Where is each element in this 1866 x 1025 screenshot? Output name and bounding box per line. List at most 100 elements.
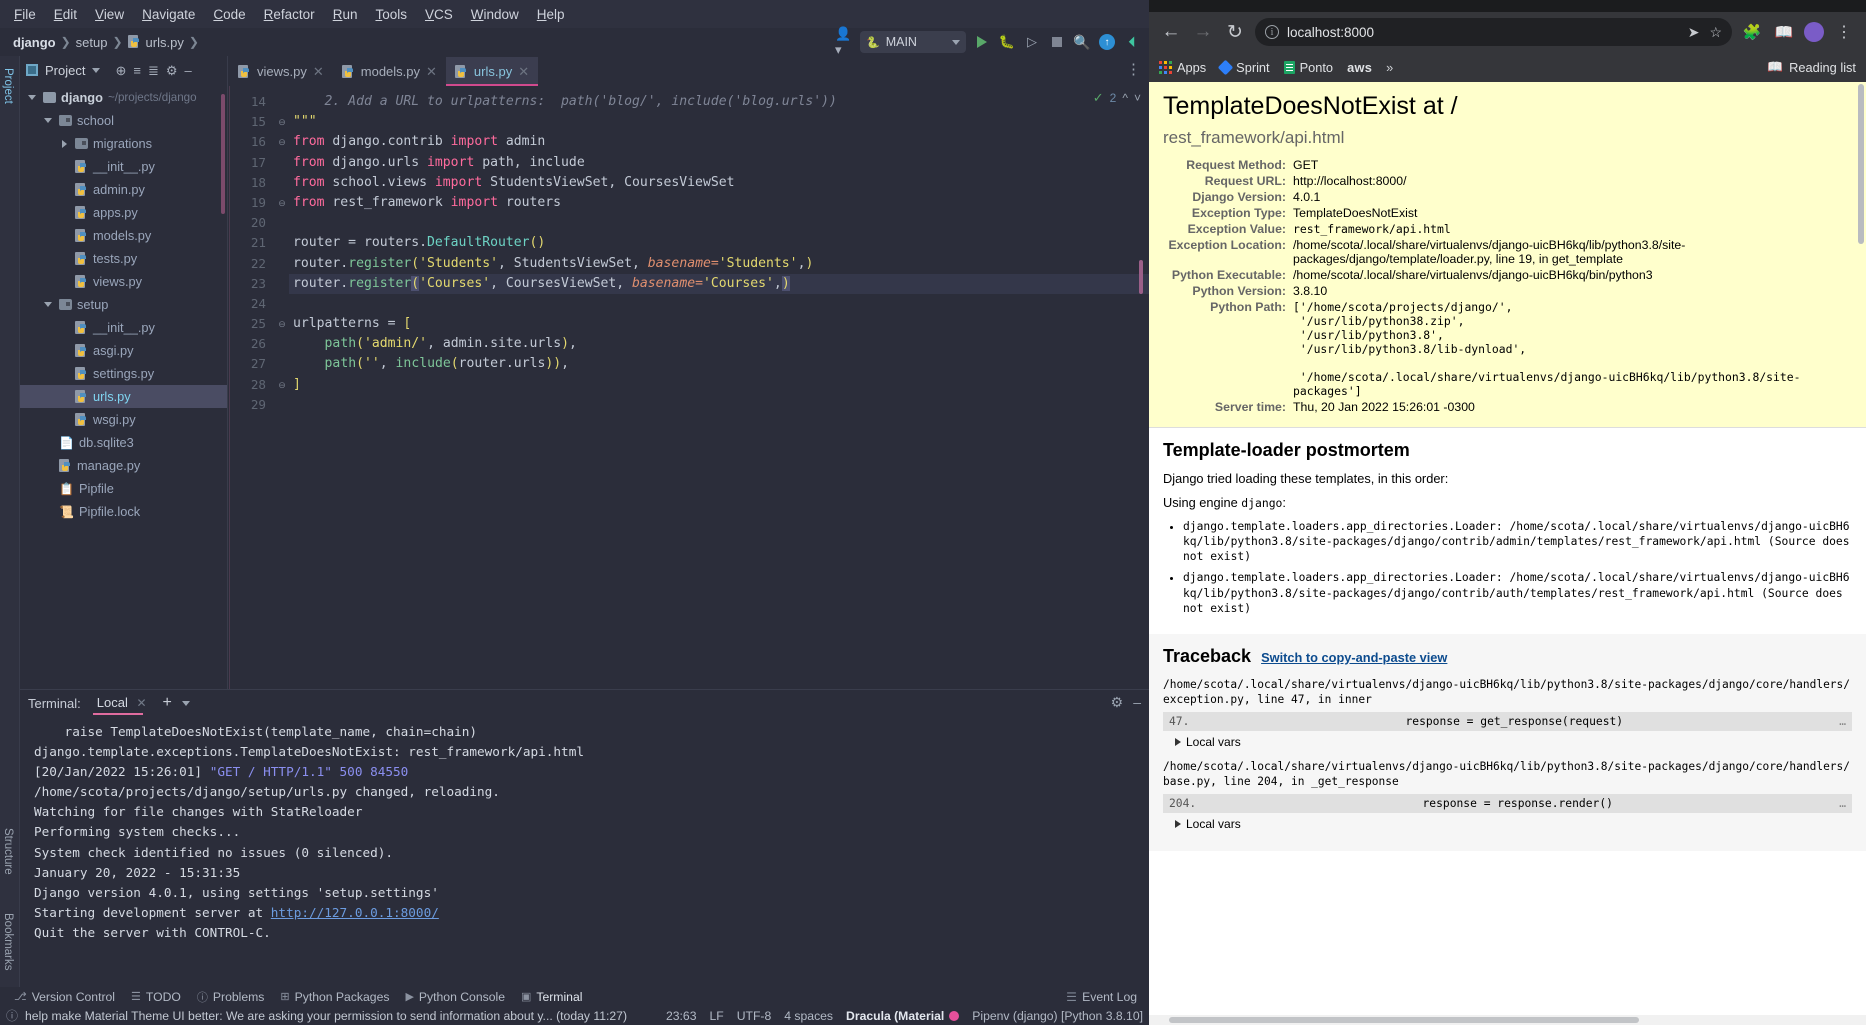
tree-item-admin-py[interactable]: admin.py xyxy=(20,178,227,201)
close-icon[interactable]: ✕ xyxy=(136,696,146,710)
switch-view-link[interactable]: Switch to copy-and-paste view xyxy=(1261,650,1447,665)
chevron-down-icon[interactable] xyxy=(92,67,101,73)
toolwindow-button-todo[interactable]: ☰ TODO xyxy=(131,990,181,1004)
editor-options-icon[interactable]: ⋮ xyxy=(1126,60,1143,78)
forward-icon[interactable]: → xyxy=(1191,21,1215,43)
breadcrumb-item-django[interactable]: django xyxy=(10,33,59,52)
tree-item-migrations[interactable]: migrations xyxy=(20,132,227,155)
tool-window-structure[interactable]: Structure xyxy=(0,820,16,883)
minimize-icon[interactable]: – xyxy=(185,64,192,77)
site-info-icon[interactable]: i xyxy=(1265,25,1279,39)
extensions-icon[interactable]: 🧩 xyxy=(1740,23,1764,41)
code-line[interactable] xyxy=(289,213,1149,233)
menu-navigate[interactable]: Navigate xyxy=(134,4,203,25)
status-message[interactable]: help make Material Theme UI better: We a… xyxy=(25,1009,627,1023)
menu-file[interactable]: File xyxy=(6,4,44,25)
fold-marker[interactable]: ⊖ xyxy=(275,132,289,152)
collapse-all-icon[interactable]: ≣ xyxy=(148,64,159,77)
fold-marker[interactable]: ⊖ xyxy=(275,375,289,395)
update-project-icon[interactable]: ↑ xyxy=(1098,33,1116,51)
locate-file-icon[interactable]: ⊕ xyxy=(115,64,126,77)
tool-window-project[interactable]: Project xyxy=(0,60,16,112)
menu-view[interactable]: View xyxy=(87,4,132,25)
event-log-button[interactable]: ☰ Event Log xyxy=(1066,990,1137,1004)
reading-list-icon[interactable]: 📖 xyxy=(1772,23,1796,41)
tree-item-pipfile-lock[interactable]: 📜 Pipfile.lock xyxy=(20,500,227,523)
code-line[interactable] xyxy=(289,294,1149,314)
tree-item---init---py[interactable]: __init__.py xyxy=(20,155,227,178)
menu-help[interactable]: Help xyxy=(529,4,573,25)
gear-icon[interactable]: ⚙ xyxy=(1111,694,1124,711)
menu-code[interactable]: Code xyxy=(205,4,253,25)
terminal-tab-local[interactable]: Local ✕ xyxy=(91,692,153,715)
twisty[interactable] xyxy=(26,95,38,100)
tree-item-db-sqlite3[interactable]: 📄 db.sqlite3 xyxy=(20,431,227,454)
tree-item-models-py[interactable]: models.py xyxy=(20,224,227,247)
plugin-icon[interactable]: ⏴ xyxy=(1123,33,1141,51)
twisty[interactable] xyxy=(42,302,54,307)
close-icon[interactable]: ✕ xyxy=(426,64,437,80)
line-separator[interactable]: LF xyxy=(709,1009,723,1023)
code-line[interactable]: from school.views import StudentsViewSet… xyxy=(289,173,1149,193)
menu-vcs[interactable]: VCS xyxy=(417,4,461,25)
tree-item-views-py[interactable]: views.py xyxy=(20,270,227,293)
page-scrollbar[interactable] xyxy=(1857,82,1865,1025)
gear-icon[interactable]: ⚙ xyxy=(166,64,178,77)
menu-tools[interactable]: Tools xyxy=(367,4,415,25)
code-line[interactable]: ] xyxy=(289,375,1149,395)
fold-marker[interactable]: ⊖ xyxy=(275,314,289,334)
tree-item-manage-py[interactable]: manage.py xyxy=(20,454,227,477)
bookmark-star-icon[interactable]: ☆ xyxy=(1709,24,1722,41)
avatar[interactable] xyxy=(1804,22,1824,42)
menu-window[interactable]: Window xyxy=(463,4,527,25)
close-icon[interactable]: ✕ xyxy=(313,64,324,80)
chevron-down-icon[interactable] xyxy=(181,700,190,706)
prev-problem-icon[interactable]: ^ xyxy=(1122,91,1128,105)
tree-item-pipfile[interactable]: 📋 Pipfile xyxy=(20,477,227,500)
tree-item-tests-py[interactable]: tests.py xyxy=(20,247,227,270)
menu-edit[interactable]: Edit xyxy=(46,4,85,25)
python-interpreter[interactable]: Pipenv (django) [Python 3.8.10] xyxy=(972,1009,1143,1023)
code-line[interactable]: 2. Add a URL to urlpatterns: path('blog/… xyxy=(289,92,1149,112)
tree-item-wsgi-py[interactable]: wsgi.py xyxy=(20,408,227,431)
file-encoding[interactable]: UTF-8 xyxy=(737,1009,772,1023)
tree-item-django[interactable]: django ~/projects/django xyxy=(20,86,227,109)
tree-item-setup[interactable]: setup xyxy=(20,293,227,316)
expand-all-icon[interactable]: ≡ xyxy=(133,64,141,77)
tree-item-asgi-py[interactable]: asgi.py xyxy=(20,339,227,362)
code-line[interactable]: urlpatterns = [ xyxy=(289,314,1149,334)
bookmark-aws[interactable]: aws xyxy=(1347,60,1372,75)
debug-icon[interactable]: 🐛 xyxy=(998,33,1016,51)
menu-refactor[interactable]: Refactor xyxy=(256,4,323,25)
editor-tab-views-py[interactable]: views.py ✕ xyxy=(229,57,333,86)
close-icon[interactable]: ✕ xyxy=(518,64,529,80)
new-terminal-button[interactable]: + xyxy=(163,694,172,712)
tool-window-bookmarks[interactable]: Bookmarks xyxy=(0,905,16,979)
twisty[interactable] xyxy=(58,139,70,148)
fold-marker[interactable]: ⊖ xyxy=(275,193,289,213)
tree-item-settings-py[interactable]: settings.py xyxy=(20,362,227,385)
menu-run[interactable]: Run xyxy=(325,4,366,25)
search-icon[interactable]: 🔍 xyxy=(1073,33,1091,51)
bookmarks-overflow-icon[interactable]: » xyxy=(1386,60,1393,75)
browser-tab-strip[interactable] xyxy=(1149,0,1866,12)
notification-icon[interactable]: ⓘ xyxy=(6,1007,18,1024)
twisty[interactable] xyxy=(42,118,54,123)
tree-item-apps-py[interactable]: apps.py xyxy=(20,201,227,224)
caret-position[interactable]: 23:63 xyxy=(666,1009,697,1023)
reload-icon[interactable]: ↻ xyxy=(1223,21,1247,44)
toolwindow-button-version-control[interactable]: ⎇ Version Control xyxy=(14,990,115,1004)
code-line[interactable]: router.register('Courses', CoursesViewSe… xyxy=(289,273,1149,294)
toolwindow-button-problems[interactable]: ⓘ Problems xyxy=(197,989,264,1005)
minimize-icon[interactable]: – xyxy=(1133,694,1141,711)
bookmark-apps[interactable]: Apps xyxy=(1159,60,1206,75)
code-line[interactable] xyxy=(289,395,1149,415)
code-line[interactable]: from django.urls import path, include xyxy=(289,153,1149,173)
tree-item-urls-py[interactable]: urls.py xyxy=(20,385,227,408)
terminal-output[interactable]: raise TemplateDoesNotExist(template_name… xyxy=(20,716,1149,943)
back-icon[interactable]: ← xyxy=(1159,21,1183,43)
stop-button[interactable] xyxy=(1048,33,1066,51)
code-line[interactable]: path('', include(router.urls)), xyxy=(289,354,1149,374)
code-line[interactable]: path('admin/', admin.site.urls), xyxy=(289,334,1149,354)
editor-tab-urls-py[interactable]: urls.py ✕ xyxy=(445,57,539,86)
